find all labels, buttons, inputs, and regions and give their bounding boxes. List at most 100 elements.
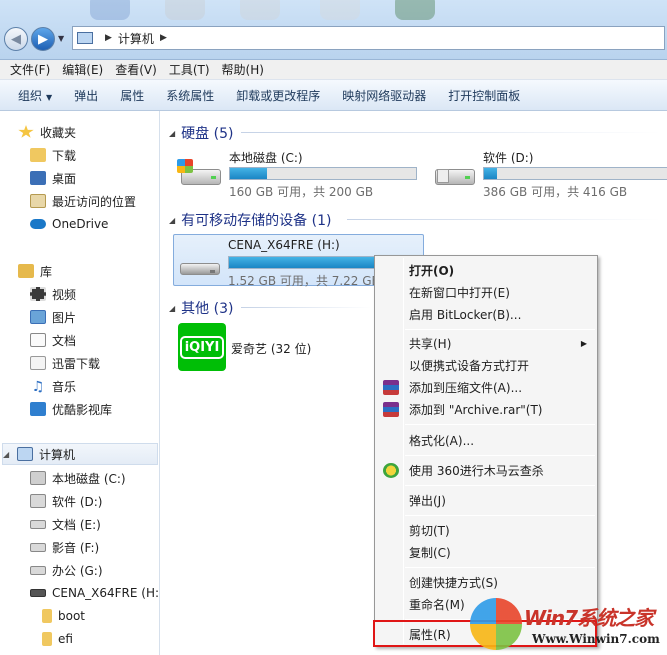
nav-item-label: 下载 bbox=[52, 148, 77, 163]
back-button[interactable]: ◀ bbox=[4, 27, 28, 51]
menu-file[interactable]: 文件(F) bbox=[4, 61, 56, 78]
collapse-arrow-icon: ◢ bbox=[169, 128, 176, 138]
group-header-removable[interactable]: ◢ 有可移动存储的设备 (1) bbox=[169, 210, 331, 230]
nav-computer[interactable]: ◢ 计算机 bbox=[2, 443, 158, 465]
group-divider bbox=[347, 219, 661, 220]
menu-item-bitlocker[interactable]: 启用 BitLocker(B)... bbox=[377, 303, 595, 325]
menu-separator bbox=[405, 515, 595, 516]
iqiyi-app-label[interactable]: 爱奇艺 (32 位) bbox=[231, 340, 311, 357]
nav-favorites[interactable]: 收藏夹 bbox=[18, 121, 76, 143]
nav-item-drive-c[interactable]: 本地磁盘 (C:) bbox=[30, 467, 126, 489]
menu-item-label: 添加到 "Archive.rar"(T) bbox=[409, 402, 543, 417]
group-header-hard-disks[interactable]: ◢ 硬盘 (5) bbox=[169, 123, 233, 143]
nav-item-music[interactable]: ♫ 音乐 bbox=[30, 375, 76, 397]
back-arrow-icon: ◀ bbox=[11, 31, 21, 47]
nav-item-label: CENA_X64FRE (H:) bbox=[52, 586, 160, 600]
windows-drive-icon bbox=[30, 471, 46, 485]
nav-item-label: 办公 (G:) bbox=[52, 563, 103, 578]
uninstall-program-button[interactable]: 卸载或更改程序 bbox=[228, 87, 328, 104]
nav-item-label: OneDrive bbox=[52, 217, 109, 231]
nav-item-boot-folder[interactable]: boot bbox=[42, 605, 85, 627]
menu-item-label: 共享(H) bbox=[409, 336, 452, 351]
menu-item-create-shortcut[interactable]: 创建快捷方式(S) bbox=[377, 571, 595, 593]
nav-item-drive-h[interactable]: CENA_X64FRE (H:) bbox=[30, 582, 160, 604]
drive-tile-c[interactable]: 本地磁盘 (C:) 160 GB 可用，共 200 GB bbox=[175, 149, 425, 199]
address-bar[interactable]: ▶ 计算机 ▶ bbox=[72, 26, 665, 50]
menu-item-open[interactable]: 打开(O) bbox=[377, 259, 595, 281]
organize-button[interactable]: 组织 ▼ bbox=[10, 87, 60, 104]
menu-item-cut[interactable]: 剪切(T) bbox=[377, 519, 595, 541]
menu-separator bbox=[405, 455, 595, 456]
menu-item-copy[interactable]: 复制(C) bbox=[377, 541, 595, 563]
usage-fill bbox=[484, 168, 498, 179]
nav-item-pictures[interactable]: 图片 bbox=[30, 306, 76, 328]
nav-item-drive-e[interactable]: 文档 (E:) bbox=[30, 513, 101, 535]
menu-item-add-to-archive[interactable]: 添加到压缩文件(A)... bbox=[377, 376, 595, 398]
menu-tools[interactable]: 工具(T) bbox=[163, 61, 216, 78]
menu-item-label: 使用 360进行木马云查杀 bbox=[409, 463, 544, 478]
nav-item-thunder-downloads[interactable]: 迅雷下载 bbox=[30, 352, 100, 374]
library-icon bbox=[18, 264, 34, 278]
menu-item-360-scan[interactable]: 使用 360进行木马云查杀 bbox=[377, 459, 595, 481]
drive-tile-d[interactable]: 软件 (D:) 386 GB 可用，共 416 GB bbox=[429, 149, 667, 199]
menu-bar: 文件(F) 编辑(E) 查看(V) 工具(T) 帮助(H) bbox=[0, 60, 667, 80]
nav-item-label: 影音 (F:) bbox=[52, 540, 100, 555]
drive-size: 386 GB 可用，共 416 GB bbox=[483, 185, 628, 199]
menu-item-eject[interactable]: 弹出(J) bbox=[377, 489, 595, 511]
drive-usage-bar bbox=[229, 167, 417, 180]
menu-item-share[interactable]: 共享(H) ▶ bbox=[377, 332, 595, 354]
nav-item-efi-folder[interactable]: efi bbox=[42, 628, 73, 650]
menu-item-format[interactable]: 格式化(A)... bbox=[377, 429, 595, 451]
watermark-url: Www.Winwin7.com bbox=[532, 632, 660, 646]
menu-edit[interactable]: 编辑(E) bbox=[56, 61, 109, 78]
nav-item-documents[interactable]: 文档 bbox=[30, 329, 76, 351]
youku-icon bbox=[30, 402, 46, 416]
breadcrumb-separator-icon[interactable]: ▶ bbox=[160, 33, 167, 43]
usb-drive-icon bbox=[176, 253, 222, 287]
breadcrumb-computer[interactable]: 计算机 bbox=[118, 30, 154, 47]
properties-button[interactable]: 属性 bbox=[112, 87, 152, 104]
breadcrumb-separator-icon[interactable]: ▶ bbox=[105, 33, 112, 43]
nav-item-label: 图片 bbox=[52, 310, 77, 325]
menu-item-label: 启用 BitLocker(B)... bbox=[409, 307, 522, 322]
nav-item-drive-g[interactable]: 办公 (G:) bbox=[30, 559, 103, 581]
nav-item-recent-places[interactable]: 最近访问的位置 bbox=[30, 190, 136, 212]
nav-item-drive-f[interactable]: 影音 (F:) bbox=[30, 536, 99, 558]
nav-item-label: boot bbox=[58, 609, 86, 623]
nav-item-onedrive[interactable]: OneDrive bbox=[30, 213, 108, 235]
winrar-icon bbox=[383, 402, 399, 417]
nav-item-downloads[interactable]: 下载 bbox=[30, 144, 76, 166]
eject-button[interactable]: 弹出 bbox=[66, 87, 106, 104]
drive-usage-bar bbox=[483, 167, 667, 180]
nav-libraries[interactable]: 库 bbox=[18, 260, 52, 282]
group-header-other[interactable]: ◢ 其他 (3) bbox=[169, 298, 233, 318]
nav-item-drive-d[interactable]: 软件 (D:) bbox=[30, 490, 102, 512]
nav-item-label: 软件 (D:) bbox=[52, 494, 103, 509]
menu-item-add-to-archive-rar[interactable]: 添加到 "Archive.rar"(T) bbox=[377, 398, 595, 420]
usb-drive-icon bbox=[30, 589, 46, 597]
map-network-drive-button[interactable]: 映射网络驱动器 bbox=[334, 87, 434, 104]
forward-button[interactable]: ▶ bbox=[31, 27, 55, 51]
menu-item-open-new-window[interactable]: 在新窗口中打开(E) bbox=[377, 281, 595, 303]
menu-item-label: 在新窗口中打开(E) bbox=[409, 285, 510, 300]
nav-item-youku[interactable]: 优酷影视库 bbox=[30, 398, 112, 420]
open-control-panel-button[interactable]: 打开控制面板 bbox=[440, 87, 528, 104]
folder-icon bbox=[42, 609, 52, 623]
desktop-icon bbox=[30, 171, 46, 185]
menu-item-open-portable[interactable]: 以便携式设备方式打开 bbox=[377, 354, 595, 376]
navigation-pane: 收藏夹 下载 桌面 最近访问的位置 OneDrive 库 视频 图片 文档 迅雷… bbox=[0, 111, 160, 655]
menu-item-label: 剪切(T) bbox=[409, 523, 450, 538]
windows-logo-icon bbox=[177, 159, 193, 173]
forward-arrow-icon: ▶ bbox=[38, 31, 48, 47]
nav-item-videos[interactable]: 视频 bbox=[30, 283, 76, 305]
nav-item-desktop[interactable]: 桌面 bbox=[30, 167, 76, 189]
system-properties-button[interactable]: 系统属性 bbox=[158, 87, 222, 104]
menu-help[interactable]: 帮助(H) bbox=[216, 61, 270, 78]
menu-view[interactable]: 查看(V) bbox=[109, 61, 163, 78]
group-divider bbox=[241, 132, 661, 133]
iqiyi-app-icon[interactable]: iQIYI bbox=[178, 323, 226, 371]
recent-pages-dropdown[interactable]: ▼ bbox=[58, 34, 64, 43]
music-note-icon: ♫ bbox=[31, 379, 45, 395]
expand-arrow-icon: ◢ bbox=[3, 449, 10, 459]
drive-size: 160 GB 可用，共 200 GB bbox=[229, 185, 374, 199]
